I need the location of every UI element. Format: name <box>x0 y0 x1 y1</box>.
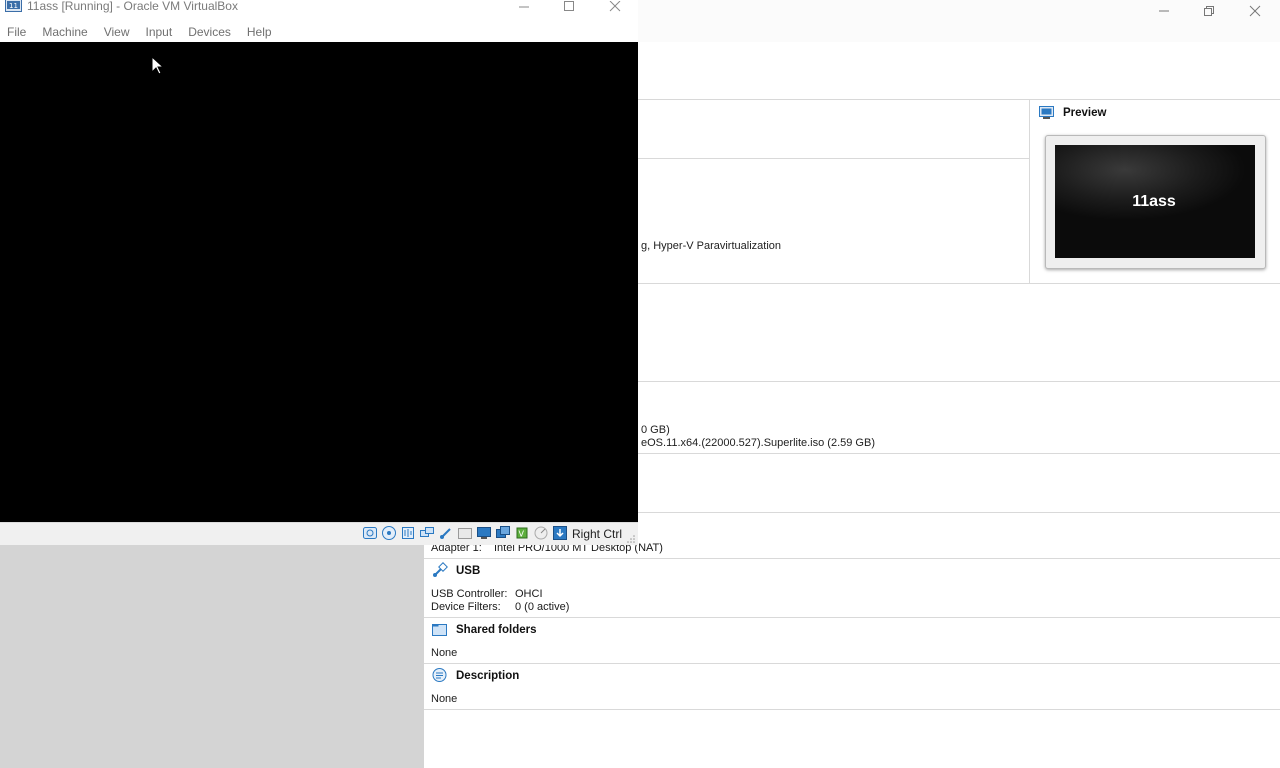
minimize-icon <box>519 6 529 8</box>
usb-controller-value: OHCI <box>515 588 543 600</box>
close-icon <box>1249 5 1261 17</box>
preview-thumbnail: 11ass <box>1045 135 1266 269</box>
manager-close-button[interactable] <box>1232 0 1278 22</box>
preview-screen: 11ass <box>1055 145 1255 258</box>
divider <box>1029 100 1030 284</box>
usb-controller-row: USB Controller: OHCI <box>431 588 543 600</box>
storage-optical-text: eOS.11.x64.(22000.527).Superlite.iso (2.… <box>641 437 875 449</box>
manager-toolbar <box>638 42 1280 100</box>
vm-status-bar: V Right Ctrl <box>0 522 638 545</box>
cpu-icon[interactable]: V <box>514 525 530 541</box>
usb-filters-label: Device Filters: <box>431 601 501 613</box>
divider <box>638 283 1280 284</box>
storage-disk-text: 0 GB) <box>641 424 670 436</box>
description-title: Description <box>456 669 520 682</box>
speech-bubble-icon <box>431 667 448 684</box>
system-acceleration-text: g, Hyper-V Paravirtualization <box>641 240 782 252</box>
description-section-header[interactable]: Description <box>431 667 519 684</box>
divider <box>424 558 1280 559</box>
optical-drive-icon[interactable] <box>381 525 397 541</box>
vm-maximize-button[interactable] <box>546 0 592 14</box>
close-icon <box>609 1 621 12</box>
svg-text:11: 11 <box>9 2 18 10</box>
divider <box>424 709 1280 710</box>
shared-folders-value: None <box>431 647 458 659</box>
minimize-icon <box>1159 10 1169 12</box>
description-value: None <box>431 693 458 705</box>
display-icon[interactable] <box>476 525 492 541</box>
audio-icon[interactable] <box>400 525 416 541</box>
restore-icon <box>1204 6 1214 16</box>
usb-title: USB <box>456 564 481 577</box>
divider <box>424 617 1280 618</box>
menu-input[interactable]: Input <box>138 22 181 42</box>
menu-view[interactable]: View <box>96 22 138 42</box>
shared-folders-icon[interactable] <box>457 525 473 541</box>
vm-title-bar[interactable]: 11 11ass [Running] - Oracle VM VirtualBo… <box>0 0 638 14</box>
maximize-icon <box>564 1 574 11</box>
preview-title: Preview <box>1063 106 1107 119</box>
menu-machine[interactable]: Machine <box>34 22 95 42</box>
shared-folders-title: Shared folders <box>456 623 537 636</box>
vm-display[interactable] <box>0 42 638 522</box>
host-key-icon[interactable] <box>552 525 568 541</box>
usb-icon[interactable] <box>438 525 454 541</box>
vm-window[interactable]: 11 11ass [Running] - Oracle VM VirtualBo… <box>0 0 638 545</box>
menu-file[interactable]: File <box>0 22 34 42</box>
menu-help[interactable]: Help <box>239 22 280 42</box>
divider <box>638 512 1280 513</box>
divider <box>638 158 1029 159</box>
mouse-pointer-icon <box>151 56 163 75</box>
divider <box>638 381 1280 382</box>
usb-section-header[interactable]: USB <box>431 562 480 579</box>
monitor-icon <box>1038 104 1055 121</box>
divider <box>424 663 1280 664</box>
host-key-label: Right Ctrl <box>572 527 623 541</box>
usb-controller-label: USB Controller: <box>431 588 508 600</box>
divider <box>638 453 1280 454</box>
svg-text:V: V <box>519 530 525 539</box>
usb-filters-row: Device Filters: 0 (0 active) <box>431 601 569 613</box>
vm-close-button[interactable] <box>592 0 638 14</box>
usb-filters-value: 0 (0 active) <box>515 601 570 613</box>
usb-icon <box>431 562 448 579</box>
preview-vm-name: 11ass <box>1132 192 1176 210</box>
manager-restore-button[interactable] <box>1186 0 1232 22</box>
vm-minimize-button[interactable] <box>501 0 547 14</box>
preview-header[interactable]: Preview <box>1038 104 1106 121</box>
vm-list-sidebar[interactable] <box>0 544 424 768</box>
vm-window-title: 11ass [Running] - Oracle VM VirtualBox <box>27 0 238 13</box>
video-capture-icon[interactable] <box>495 525 511 541</box>
menu-devices[interactable]: Devices <box>180 22 239 42</box>
hard-disk-icon[interactable] <box>362 525 378 541</box>
folder-icon <box>431 621 448 638</box>
vm-menu-bar: File Machine View Input Devices Help <box>0 22 280 42</box>
virtualbox-icon: 11 <box>5 0 22 15</box>
network-icon[interactable] <box>419 525 435 541</box>
manager-minimize-button[interactable] <box>1141 0 1187 22</box>
resize-grip-icon[interactable] <box>626 534 636 547</box>
mouse-integration-icon[interactable] <box>533 525 549 541</box>
shared-folders-section-header[interactable]: Shared folders <box>431 621 537 638</box>
